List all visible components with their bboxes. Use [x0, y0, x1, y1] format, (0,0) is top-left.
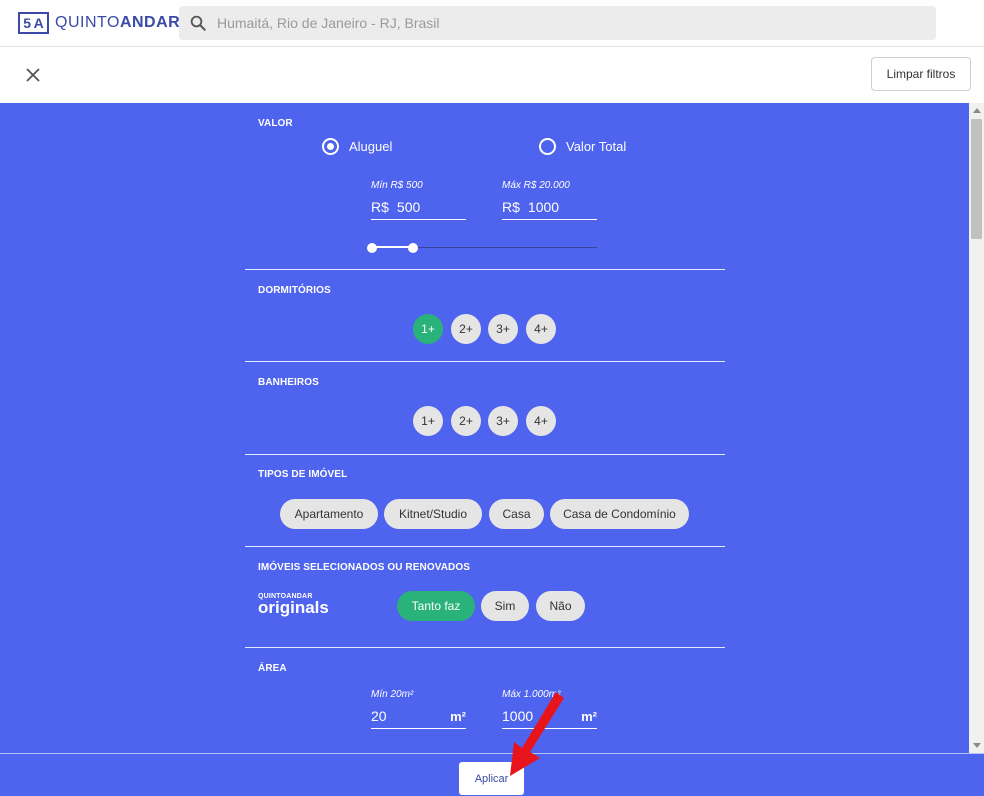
max-area-label: Máx 1.000m² [502, 689, 561, 700]
section-title-valor: VALOR [258, 118, 293, 129]
section-title-banheiros: BANHEIROS [258, 377, 319, 388]
section-title-area: ÁREA [258, 663, 287, 674]
max-price-value: 1000 [527, 199, 560, 215]
max-price-field[interactable]: R$ 1000 [502, 195, 597, 220]
chip-banheiros-1[interactable]: 1+ [413, 406, 443, 436]
section-title-dormitorios: DORMITÓRIOS [258, 285, 331, 296]
scrollbar[interactable] [969, 103, 984, 753]
logo-text: QUINTOANDAR [55, 14, 180, 32]
radio-unchecked-icon [539, 138, 556, 155]
footer-bar: Aplicar [0, 753, 984, 796]
search-input[interactable] [217, 6, 917, 40]
top-bar: 5 A QUINTOANDAR [0, 0, 984, 47]
quintoandar-logo[interactable]: 5 A QUINTOANDAR [18, 12, 180, 34]
radio-aluguel-label: Aluguel [349, 139, 393, 154]
originals-brand-big: originals [258, 598, 329, 617]
scroll-up-icon[interactable] [973, 108, 981, 113]
chip-dormitorios-1[interactable]: 1+ [413, 314, 443, 344]
divider [245, 546, 725, 547]
logo-mark-left: 5 [23, 15, 32, 31]
section-title-tipos: TIPOS DE IMÓVEL [258, 469, 348, 480]
search-bar [179, 6, 936, 40]
close-icon[interactable] [22, 64, 44, 86]
chip-banheiros-4[interactable]: 4+ [526, 406, 556, 436]
min-area-value: 20 [371, 708, 387, 724]
scroll-down-icon[interactable] [973, 743, 981, 748]
clear-filters-button[interactable]: Limpar filtros [871, 57, 971, 91]
chip-tanto-faz[interactable]: Tanto faz [397, 591, 475, 621]
chip-kitnet-studio[interactable]: Kitnet/Studio [384, 499, 482, 529]
chip-dormitorios-2[interactable]: 2+ [451, 314, 481, 344]
divider [245, 269, 725, 270]
section-title-selecionados: IMÓVEIS SELECIONADOS OU RENOVADOS [258, 562, 471, 573]
divider [245, 454, 725, 455]
chip-casa[interactable]: Casa [489, 499, 544, 529]
min-area-field[interactable]: 20 m² [371, 704, 466, 729]
search-icon [190, 15, 206, 31]
currency-prefix: R$ [371, 199, 389, 215]
logo-text-light: QUINTO [55, 14, 120, 31]
chip-dormitorios-4[interactable]: 4+ [526, 314, 556, 344]
min-price-field[interactable]: R$ 500 [371, 195, 466, 220]
chip-dormitorios-3[interactable]: 3+ [488, 314, 518, 344]
currency-prefix: R$ [502, 199, 520, 215]
chip-sim[interactable]: Sim [481, 591, 529, 621]
chip-casa-condominio[interactable]: Casa de Condomínio [550, 499, 689, 529]
max-area-value: 1000 [502, 708, 534, 724]
filter-header: Limpar filtros [0, 47, 984, 103]
radio-valor-total[interactable]: Valor Total [539, 138, 626, 155]
divider [245, 647, 725, 648]
divider [245, 361, 725, 362]
quintoandar-originals-logo: QUINTOANDAR originals [258, 593, 329, 616]
radio-valor-total-label: Valor Total [566, 139, 627, 154]
logo-mark: 5 A [18, 12, 49, 34]
min-price-value: 500 [396, 199, 421, 215]
radio-checked-icon [322, 138, 339, 155]
chip-apartamento[interactable]: Apartamento [280, 499, 378, 529]
logo-mark-right: A [33, 15, 44, 31]
logo-text-bold: ANDAR [119, 14, 181, 31]
max-price-label: Máx R$ 20.000 [502, 180, 570, 191]
chip-banheiros-2[interactable]: 2+ [451, 406, 481, 436]
price-range-slider[interactable] [367, 243, 597, 253]
area-unit: m² [450, 708, 466, 724]
min-area-label: Mín 20m² [371, 689, 414, 700]
slider-max-handle[interactable] [408, 243, 418, 253]
area-unit: m² [581, 708, 597, 724]
radio-aluguel[interactable]: Aluguel [322, 138, 392, 155]
min-price-label: Mín R$ 500 [371, 180, 423, 191]
slider-min-handle[interactable] [367, 243, 377, 253]
scroll-thumb[interactable] [971, 119, 982, 239]
chip-banheiros-3[interactable]: 3+ [488, 406, 518, 436]
chip-nao[interactable]: Não [536, 591, 585, 621]
apply-button[interactable]: Aplicar [459, 762, 524, 795]
max-area-field[interactable]: 1000 m² [502, 704, 597, 729]
